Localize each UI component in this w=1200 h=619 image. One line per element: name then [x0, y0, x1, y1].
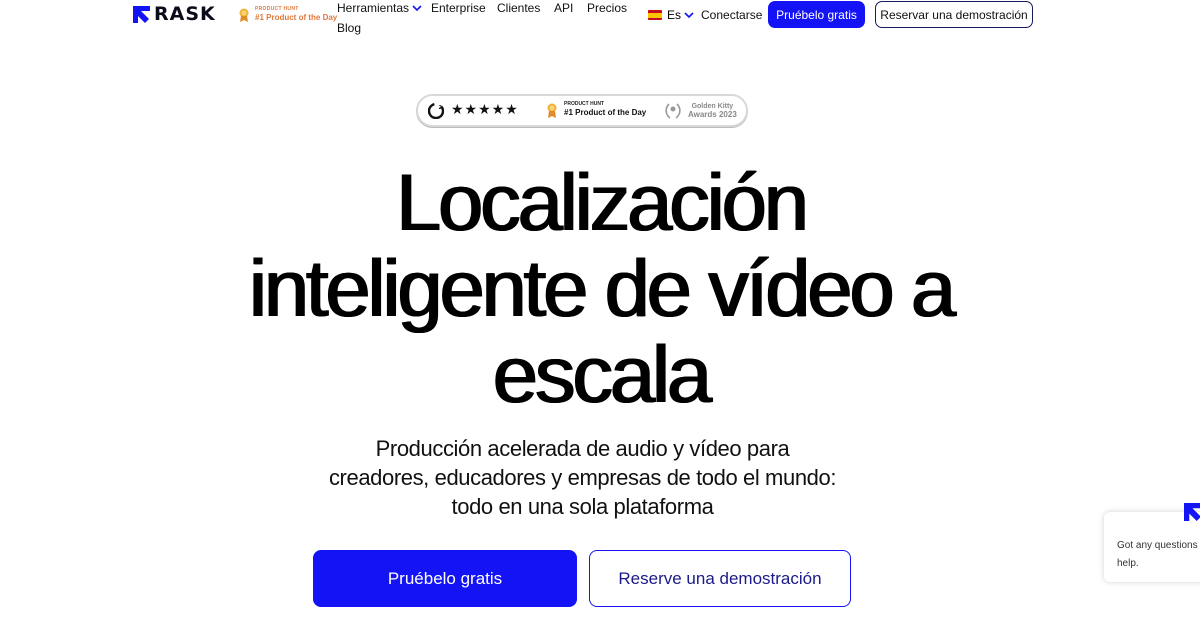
- golden-kitty-year: Awards 2023: [688, 110, 737, 119]
- chat-widget[interactable]: Got any questions help.: [1104, 503, 1200, 582]
- product-of-the-day-label: #1 Product of the Day: [255, 13, 338, 22]
- hero-subtitle-line: todo en una sola plataforma: [451, 494, 714, 519]
- nav-herramientas-label: Herramientas: [337, 1, 410, 15]
- logo-text: RASK: [154, 3, 216, 25]
- site-header: RASK PRODUCT HUNT #1 Product of the Day …: [0, 0, 1200, 40]
- chat-message-line: Got any questions: [1117, 540, 1198, 551]
- awards-badge: 2 ★★★★★ PRODUCT HUNT #1 Product of the D…: [416, 94, 748, 127]
- rask-logo[interactable]: RASK: [133, 3, 216, 25]
- hero-subtitle: Producción acelerada de audio y vídeo pa…: [250, 434, 915, 521]
- chevron-down-icon: [412, 5, 422, 12]
- g2-rating-stars: ★★★★★: [451, 102, 519, 118]
- product-of-the-day-label: #1 Product of the Day: [564, 108, 647, 117]
- hero-title: Localización inteligente de vídeo a esca…: [100, 160, 1100, 418]
- nav-clientes[interactable]: Clientes: [497, 1, 540, 15]
- try-free-button[interactable]: Pruébelo gratis: [768, 1, 865, 28]
- language-selector[interactable]: Es: [648, 8, 694, 22]
- nav-precios[interactable]: Precios: [587, 1, 627, 15]
- rask-logo-icon: [133, 6, 150, 23]
- chevron-down-icon: [684, 12, 694, 19]
- nav-api[interactable]: API: [554, 1, 573, 15]
- g2-icon: 2: [428, 103, 444, 119]
- product-hunt-label: PRODUCT HUNT: [255, 6, 299, 12]
- hero-subtitle-line: creadores, educadores y empresas de todo…: [328, 465, 837, 490]
- nav-blog[interactable]: Blog: [337, 21, 361, 35]
- chat-message: Got any questions help.: [1117, 537, 1198, 573]
- hero-title-line: Localización: [395, 158, 808, 248]
- product-hunt-badge[interactable]: PRODUCT HUNT #1 Product of the Day: [238, 7, 337, 22]
- golden-kitty-label: Golden Kitty: [691, 103, 734, 110]
- spain-flag-icon: [648, 10, 662, 20]
- chat-message-line: help.: [1117, 558, 1139, 569]
- product-hunt-label: PRODUCT HUNT: [564, 101, 604, 107]
- book-demo-button[interactable]: Reservar una demostración: [875, 1, 1033, 28]
- hero-title-line: inteligente de vídeo a: [247, 244, 955, 334]
- svg-text:2: 2: [439, 105, 443, 111]
- medal-icon: [239, 8, 249, 22]
- nav-herramientas[interactable]: Herramientas: [337, 1, 422, 15]
- language-label: Es: [667, 8, 682, 22]
- rask-logo-icon: [1184, 503, 1200, 521]
- hero-book-demo-button[interactable]: Reserve una demostración: [589, 550, 851, 607]
- nav-enterprise[interactable]: Enterprise: [431, 1, 486, 15]
- hero-try-free-button[interactable]: Pruébelo gratis: [313, 550, 577, 607]
- laurel-icon: [665, 103, 681, 119]
- login-link[interactable]: Conectarse: [701, 8, 762, 22]
- hero-title-line: escala: [491, 330, 711, 420]
- hero-subtitle-line: Producción acelerada de audio y vídeo pa…: [375, 436, 790, 461]
- medal-icon: [547, 103, 557, 118]
